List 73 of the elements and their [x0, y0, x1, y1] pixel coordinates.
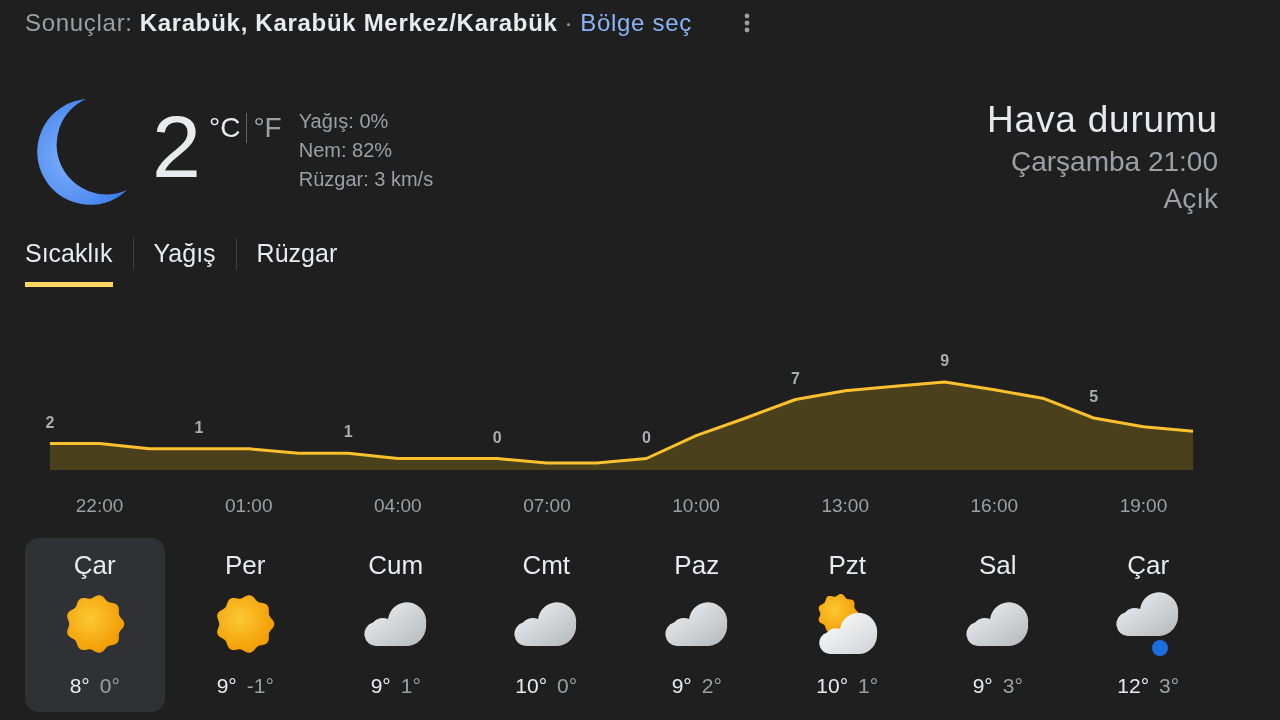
- day-forecast-card[interactable]: Sal 9° 3°: [928, 538, 1068, 712]
- low-temperature: 3°: [1002, 673, 1023, 699]
- condition-text: Açık: [1162, 182, 1218, 216]
- day-forecast-card[interactable]: Cum 9° 1°: [326, 538, 466, 712]
- tab[interactable]: Yağış: [153, 238, 216, 287]
- data-label: 1: [194, 418, 204, 436]
- day-forecast-card[interactable]: Cmt 10° 0°: [476, 538, 616, 712]
- data-label: 5: [1089, 388, 1099, 405]
- high-temperature: 9°: [671, 673, 692, 699]
- sun-icon: [215, 594, 276, 654]
- low-temperature: 1°: [400, 673, 421, 699]
- axis-tick-label: 07:00: [523, 495, 571, 516]
- unit-toggle[interactable]: °C: [208, 112, 241, 144]
- day-forecast-card[interactable]: Paz 9° 2°: [627, 538, 767, 712]
- low-temperature: 2°: [701, 673, 722, 699]
- results-label: Sonuçlar:: [25, 9, 133, 37]
- sun-behind-cloud-icon: [816, 594, 879, 654]
- axis-tick-label: 10:00: [672, 495, 720, 516]
- day-name: Çar: [73, 550, 116, 580]
- date-time: Çarşamba 21:00: [1010, 145, 1218, 179]
- high-temperature: 9°: [370, 673, 391, 699]
- unit-toggle[interactable]: °F: [253, 112, 282, 144]
- day-forecast-card[interactable]: Pzt 10° 1°: [777, 538, 917, 712]
- weather-detail: Rüzgar: 3 km/s: [298, 167, 434, 192]
- data-label: 0: [641, 428, 651, 446]
- data-label: 2: [45, 413, 55, 431]
- rain-cloud-icon: [1116, 592, 1181, 656]
- day-forecast-card[interactable]: Çar 8° 0°: [25, 538, 165, 712]
- low-temperature: 3°: [1159, 673, 1180, 699]
- sun-icon: [64, 594, 125, 654]
- choose-region-link[interactable]: Bölge seç: [580, 9, 692, 37]
- low-temperature: 0°: [557, 673, 578, 699]
- day-name: Pzt: [828, 550, 867, 580]
- axis-tick-label: 13:00: [821, 495, 869, 516]
- data-label: 0: [492, 428, 502, 446]
- cloud-icon: [965, 602, 1030, 646]
- low-temperature: 1°: [858, 673, 879, 699]
- day-forecast-card[interactable]: Çar 12° 3°: [1078, 538, 1218, 712]
- high-temperature: 9°: [216, 673, 237, 699]
- cloud-icon: [664, 602, 729, 646]
- day-name: Cum: [368, 550, 424, 580]
- day-name: Paz: [674, 550, 720, 580]
- cloud-icon: [363, 602, 428, 646]
- current-temperature: 2: [152, 103, 201, 191]
- high-temperature: 8°: [69, 673, 90, 699]
- axis-tick-label: 22:00: [75, 495, 124, 516]
- separator-dot: ·: [564, 9, 574, 37]
- day-name: Çar: [1127, 550, 1170, 580]
- day-name: Per: [225, 550, 266, 580]
- data-label: 9: [940, 351, 950, 369]
- axis-tick-label: 19:00: [1119, 495, 1168, 516]
- day-name: Sal: [978, 550, 1017, 580]
- more-options-icon[interactable]: [743, 13, 750, 33]
- weather-detail: Yağış: 0%: [298, 109, 390, 134]
- axis-tick-label: 01:00: [224, 495, 273, 516]
- high-temperature: 12°: [1117, 673, 1150, 699]
- day-name: Cmt: [522, 550, 571, 580]
- axis-tick-label: 16:00: [970, 495, 1019, 516]
- location-name: Karabük, Karabük Merkez/Karabük: [139, 9, 558, 37]
- axis-tick-label: 04:00: [374, 495, 422, 516]
- data-label: 7: [791, 369, 800, 387]
- high-temperature: 10°: [515, 673, 548, 699]
- day-forecast-card[interactable]: Per 9° -1°: [175, 538, 315, 712]
- high-temperature: 9°: [972, 673, 993, 699]
- weather-detail: Nem: 82%: [298, 138, 394, 163]
- tab[interactable]: Rüzgar: [256, 238, 338, 287]
- low-temperature: 0°: [99, 673, 120, 699]
- high-temperature: 10°: [816, 673, 849, 699]
- tab[interactable]: Sıcaklık: [25, 238, 113, 287]
- cloud-icon: [514, 602, 579, 646]
- low-temperature: -1°: [246, 673, 274, 699]
- weather-title: Hava durumu: [987, 100, 1218, 140]
- data-label: 1: [343, 423, 353, 441]
